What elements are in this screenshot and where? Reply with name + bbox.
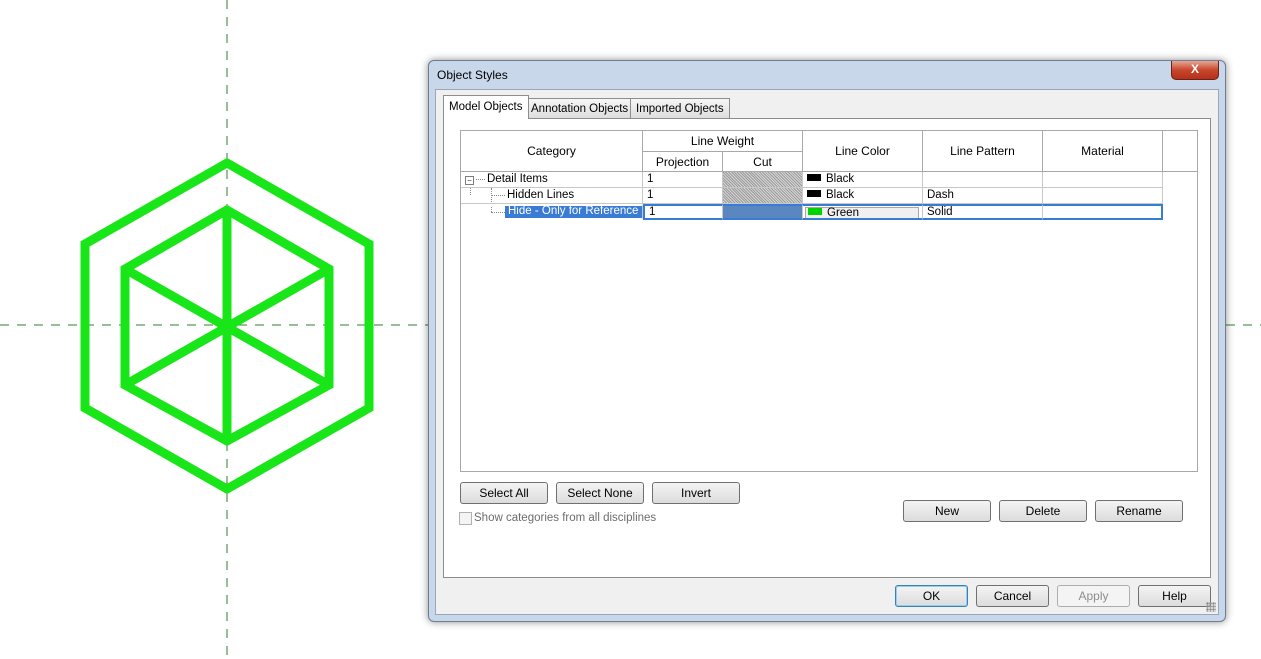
line-color-cell[interactable]: Black	[803, 188, 923, 204]
tree-connector	[476, 179, 485, 180]
category-cell[interactable]: Hidden Lines	[461, 188, 643, 204]
header-cut[interactable]: Cut	[723, 152, 803, 172]
line-pattern-cell[interactable]	[923, 172, 1043, 188]
category-name: Hidden Lines	[507, 189, 575, 201]
collapse-icon[interactable]: −	[465, 176, 474, 185]
object-styles-dialog: Object Styles X Model Objects Annotation…	[428, 60, 1226, 622]
header-line-weight: Line Weight	[643, 131, 803, 152]
table-row[interactable]: − Detail Items 1 Black	[461, 172, 1163, 188]
line-color-cell[interactable]: Black	[803, 172, 923, 188]
cut-cell	[723, 172, 803, 188]
green-detail-shape[interactable]	[80, 157, 374, 495]
tree-connector	[491, 195, 505, 196]
invert-button[interactable]: Invert	[652, 482, 740, 504]
apply-button[interactable]: Apply	[1057, 585, 1130, 607]
category-cell[interactable]: − Detail Items	[461, 172, 643, 188]
material-cell[interactable]	[1043, 204, 1163, 220]
color-swatch	[808, 208, 822, 215]
material-cell[interactable]	[1043, 172, 1163, 188]
line-color-picker[interactable]: Green	[805, 207, 919, 219]
tree-connector	[491, 188, 492, 203]
line-color-name: Black	[826, 173, 855, 185]
dialog-title: Object Styles	[437, 68, 508, 82]
tab-annotation-objects[interactable]: Annotation Objects	[525, 98, 635, 118]
color-swatch	[807, 174, 821, 181]
table-row-selected[interactable]: Hide - Only for Reference 1 Green Solid	[461, 204, 1163, 222]
header-filler	[1163, 131, 1197, 172]
cut-cell	[723, 188, 803, 204]
rename-button[interactable]: Rename	[1095, 500, 1183, 522]
header-material[interactable]: Material	[1043, 131, 1163, 172]
category-cell[interactable]: Hide - Only for Reference	[461, 204, 643, 220]
tab-imported-objects[interactable]: Imported Objects	[630, 98, 730, 118]
ok-button[interactable]: OK	[895, 585, 968, 607]
tree-connector	[491, 212, 505, 213]
color-swatch	[807, 190, 821, 197]
tree-connector	[491, 206, 492, 212]
header-line-pattern[interactable]: Line Pattern	[923, 131, 1043, 172]
tab-model-objects[interactable]: Model Objects	[443, 95, 529, 119]
cut-cell	[723, 204, 803, 220]
model-objects-page: Category Line Weight Projection Cut Line…	[443, 118, 1211, 578]
show-all-disciplines-label: Show categories from all disciplines	[474, 512, 657, 524]
line-color-name: Green	[827, 207, 859, 219]
select-none-button[interactable]: Select None	[556, 482, 644, 504]
object-styles-grid[interactable]: Category Line Weight Projection Cut Line…	[460, 130, 1198, 472]
show-all-disciplines-checkbox[interactable]	[459, 512, 472, 525]
dialog-client-area: Model Objects Annotation Objects Importe…	[435, 89, 1219, 615]
line-pattern-cell[interactable]: Solid	[923, 204, 1043, 220]
line-pattern-cell[interactable]: Dash	[923, 188, 1043, 204]
resize-grip[interactable]	[1206, 602, 1216, 612]
header-line-color[interactable]: Line Color	[803, 131, 923, 172]
category-name: Hide - Only for Reference	[505, 206, 642, 218]
close-button[interactable]: X	[1171, 61, 1219, 80]
line-color-name: Black	[826, 189, 855, 201]
close-icon: X	[1190, 62, 1199, 76]
cancel-button[interactable]: Cancel	[976, 585, 1049, 607]
dialog-titlebar[interactable]: Object Styles X	[429, 61, 1225, 89]
tree-connector	[470, 188, 471, 195]
line-color-cell[interactable]: Green	[803, 204, 923, 220]
category-name: Detail Items	[487, 173, 548, 185]
material-cell[interactable]	[1043, 188, 1163, 204]
projection-cell[interactable]: 1	[643, 188, 723, 204]
header-category[interactable]: Category	[461, 131, 643, 172]
new-button[interactable]: New	[903, 500, 991, 522]
header-projection[interactable]: Projection	[643, 152, 723, 172]
help-button[interactable]: Help	[1138, 585, 1211, 607]
projection-cell[interactable]: 1	[643, 204, 723, 220]
select-all-button[interactable]: Select All	[460, 482, 548, 504]
table-row[interactable]: Hidden Lines 1 Black Dash	[461, 188, 1163, 204]
delete-button[interactable]: Delete	[999, 500, 1087, 522]
projection-cell[interactable]: 1	[643, 172, 723, 188]
